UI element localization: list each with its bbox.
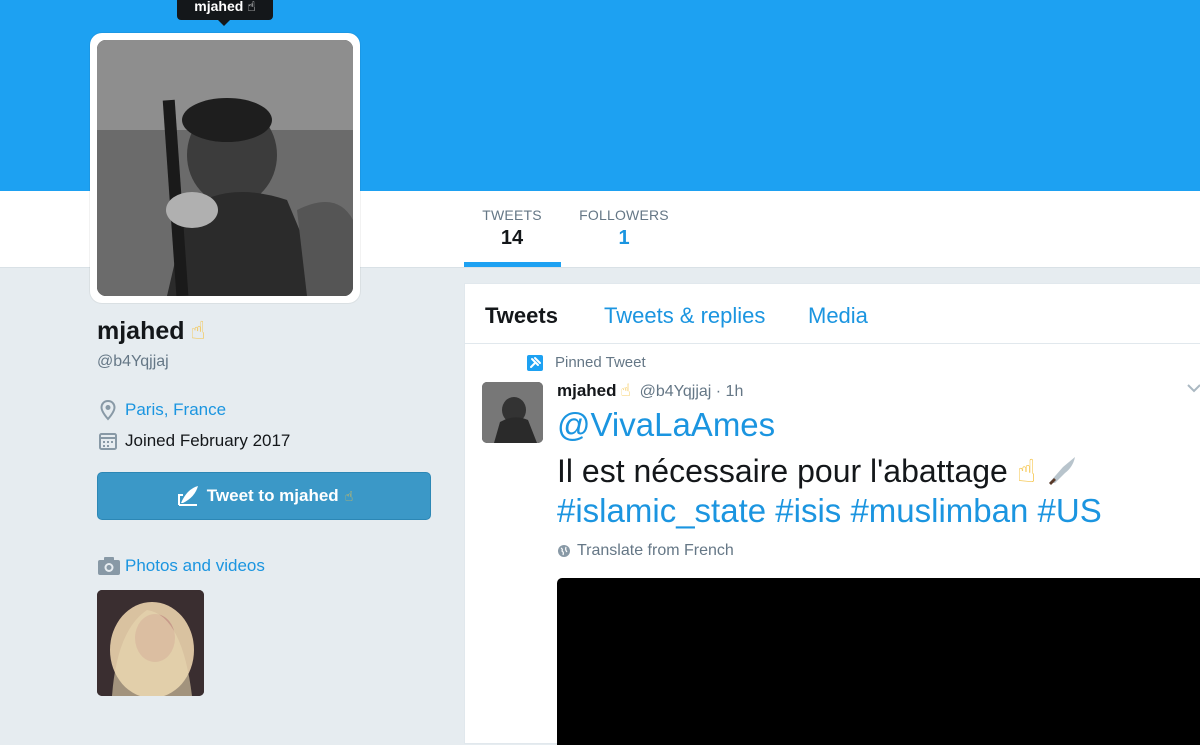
tab-tweets[interactable]: Tweets bbox=[485, 303, 558, 329]
tweet-text-body: Il est nécessaire pour l'abattage bbox=[557, 453, 1008, 489]
tweets-count: 14 bbox=[500, 227, 524, 249]
pinned-label: Pinned Tweet bbox=[555, 354, 646, 371]
chevron-down-icon[interactable] bbox=[1187, 382, 1200, 396]
profile-location: Paris, France bbox=[97, 399, 226, 421]
photo-thumbnail[interactable] bbox=[97, 590, 204, 696]
nav-tweets[interactable]: TWEETS 14 bbox=[464, 207, 560, 250]
tab-media[interactable]: Media bbox=[808, 303, 868, 329]
pin-icon bbox=[527, 354, 543, 371]
knife-icon bbox=[1045, 453, 1079, 495]
globe-icon bbox=[557, 544, 571, 558]
profile-handle[interactable]: @b4Yqjjaj bbox=[97, 353, 169, 371]
translate-link[interactable]: Translate from French bbox=[557, 542, 734, 560]
tweets-label: TWEETS bbox=[482, 207, 542, 223]
location-link[interactable]: Paris, France bbox=[125, 400, 226, 420]
tweet-author-name[interactable]: mjahed bbox=[557, 381, 617, 400]
followers-label: FOLLOWERS bbox=[579, 207, 669, 223]
tweet-avatar[interactable] bbox=[482, 382, 543, 443]
tweet-media[interactable] bbox=[557, 578, 1200, 745]
tab-tweets-replies[interactable]: Tweets & replies bbox=[604, 303, 765, 329]
followers-count: 1 bbox=[618, 227, 630, 249]
profile-name[interactable]: mjahed ☝ bbox=[97, 316, 206, 346]
finger-emoji: ☝ bbox=[620, 381, 631, 400]
calendar-icon bbox=[97, 430, 119, 452]
photos-label: Photos and videos bbox=[125, 556, 265, 575]
timeline: Tweets Tweets & replies Media Pinned Twe… bbox=[464, 283, 1200, 745]
camera-icon bbox=[97, 556, 121, 576]
tweet-mention[interactable]: @VivaLaAmes bbox=[557, 406, 775, 444]
tweet-header: mjahed ☝ @b4Yqjjaj · 1h bbox=[557, 381, 743, 401]
finger-emoji: ☝ bbox=[190, 317, 206, 345]
tweet-to-button[interactable]: Tweet to mjahed ☝ bbox=[97, 472, 431, 520]
translate-label: Translate from French bbox=[577, 542, 734, 559]
finger-emoji: ☝ bbox=[344, 487, 354, 504]
profile-avatar[interactable] bbox=[90, 33, 360, 303]
joined-text: Joined February 2017 bbox=[125, 431, 291, 450]
timeline-tabs: Tweets Tweets & replies Media bbox=[465, 284, 1200, 344]
avatar-image bbox=[97, 40, 353, 296]
finger-emoji: ☝ bbox=[1016, 453, 1037, 489]
photos-videos-link[interactable]: Photos and videos bbox=[97, 556, 265, 576]
pinned-indicator: Pinned Tweet bbox=[527, 354, 646, 371]
quill-icon bbox=[175, 483, 201, 509]
nav-followers[interactable]: FOLLOWERS 1 bbox=[578, 207, 670, 250]
tweet-text: Il est nécessaire pour l'abattage ☝ bbox=[557, 452, 1079, 495]
tweet-handle-time[interactable]: @b4Yqjjaj · 1h bbox=[640, 383, 744, 400]
profile-joined: Joined February 2017 bbox=[97, 430, 290, 452]
tooltip-arrow bbox=[218, 20, 230, 26]
tweet-to-label: Tweet to mjahed bbox=[206, 486, 339, 505]
profile-name-text: mjahed bbox=[97, 317, 185, 345]
name-tooltip: mjahed ☝ bbox=[177, 0, 273, 20]
active-tab-underline bbox=[464, 262, 561, 267]
map-pin-icon bbox=[97, 399, 119, 421]
tweet-hashtags[interactable]: #islamic_state #isis #muslimban #US bbox=[557, 492, 1102, 530]
